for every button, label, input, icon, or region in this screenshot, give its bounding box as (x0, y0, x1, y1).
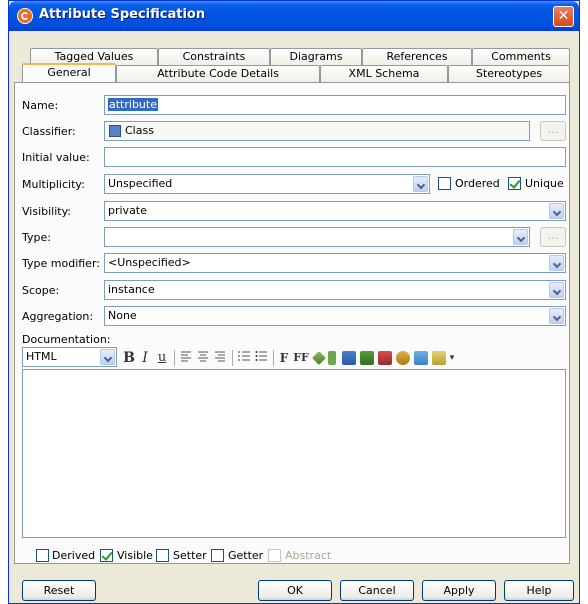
setter-label: Setter (173, 549, 207, 562)
documentation-toolbar: HTML B I u F FF ▾ (22, 347, 566, 369)
visible-label: Visible (117, 549, 153, 562)
toolbar-separator (273, 350, 274, 366)
numbered-list-icon[interactable] (237, 350, 251, 366)
tab-xml-schema[interactable]: XML Schema (320, 65, 448, 82)
aggregation-label: Aggregation: (22, 310, 94, 323)
multiplicity-label: Multiplicity: (22, 178, 85, 191)
chevron-down-icon[interactable] (549, 203, 564, 219)
abstract-checkbox (268, 549, 281, 562)
underline-button[interactable]: u (155, 350, 169, 366)
tab-diagrams[interactable]: Diagrams (270, 48, 362, 65)
name-input[interactable]: attribute (104, 95, 566, 115)
chevron-down-icon[interactable] (413, 176, 428, 192)
chevron-down-icon[interactable]: ▾ (448, 350, 456, 366)
getter-checkbox[interactable] (211, 549, 224, 562)
visible-checkbox[interactable] (100, 549, 113, 562)
align-left-icon[interactable] (179, 350, 193, 366)
initial-value-label: Initial value: (22, 151, 90, 164)
chevron-down-icon[interactable] (549, 308, 564, 324)
doc-format-select[interactable]: HTML (22, 347, 117, 367)
apply-button[interactable]: Apply (422, 580, 496, 601)
documentation-label: Documentation: (22, 333, 111, 346)
insert-link-icon[interactable] (396, 351, 410, 365)
setter-checkbox[interactable] (156, 549, 169, 562)
help-button[interactable]: Help (504, 580, 574, 601)
type-browse-button[interactable]: ... (540, 227, 566, 247)
ordered-checkbox[interactable] (438, 177, 451, 190)
type-modifier-value: <Unspecified> (108, 256, 191, 269)
align-center-icon[interactable] (196, 350, 210, 366)
type-label: Type: (22, 231, 51, 244)
chevron-down-icon[interactable] (100, 349, 115, 365)
window-title: Attribute Specification (39, 7, 206, 22)
reset-button[interactable]: Reset (22, 580, 96, 601)
font-button[interactable]: F (278, 350, 290, 366)
ordered-label: Ordered (455, 177, 500, 190)
type-modifier-label: Type modifier: (22, 257, 100, 270)
scope-select[interactable]: instance (104, 280, 566, 300)
ok-button[interactable]: OK (258, 580, 332, 601)
documentation-editor[interactable] (22, 369, 566, 538)
scope-label: Scope: (22, 284, 60, 297)
insert-image-icon[interactable] (414, 351, 428, 365)
bullet-list-icon[interactable] (254, 350, 268, 366)
chevron-down-icon[interactable] (513, 229, 528, 245)
cancel-button[interactable]: Cancel (340, 580, 414, 601)
close-button[interactable]: ✕ (553, 6, 574, 27)
multiplicity-select[interactable]: Unspecified (104, 174, 430, 194)
highlight-icon[interactable] (312, 351, 326, 365)
bold-button[interactable]: B (122, 350, 136, 366)
aggregation-select[interactable]: None (104, 306, 566, 326)
toolbar-separator (174, 350, 175, 366)
unique-label: Unique (525, 177, 564, 190)
getter-label: Getter (228, 549, 264, 562)
class-icon (109, 125, 121, 137)
paste-icon[interactable] (432, 351, 446, 365)
chevron-down-icon[interactable] (549, 282, 564, 298)
chevron-down-icon[interactable] (549, 255, 564, 271)
italic-button[interactable]: I (139, 350, 151, 366)
type-modifier-select[interactable]: <Unspecified> (104, 253, 566, 273)
tab-comments[interactable]: Comments (472, 48, 570, 65)
title-bar[interactable]: Attribute Specification ✕ (9, 1, 579, 31)
align-right-icon[interactable] (213, 350, 227, 366)
tab-constraints[interactable]: Constraints (158, 48, 270, 65)
doc-format-value: HTML (26, 350, 57, 363)
insert-table-icon[interactable] (342, 351, 356, 365)
tab-references[interactable]: References (362, 48, 472, 65)
derived-label: Derived (52, 549, 96, 562)
visibility-value: private (108, 204, 147, 217)
derived-checkbox[interactable] (36, 549, 49, 562)
insert-row-icon[interactable] (360, 351, 374, 365)
classifier-browse-button[interactable]: ... (540, 121, 566, 141)
classifier-label: Classifier: (22, 125, 76, 138)
brush-icon[interactable] (328, 351, 336, 365)
toolbar-separator (232, 350, 233, 366)
font-size-button[interactable]: FF (293, 350, 309, 366)
visibility-select[interactable]: private (104, 201, 566, 221)
app-icon (17, 8, 33, 24)
multiplicity-value: Unspecified (108, 177, 173, 190)
abstract-label: Abstract (285, 549, 332, 562)
delete-row-icon[interactable] (378, 351, 392, 365)
tab-attribute-code-details[interactable]: Attribute Code Details (116, 65, 320, 82)
unique-checkbox[interactable] (508, 177, 521, 190)
scope-value: instance (108, 283, 155, 296)
visibility-label: Visibility: (22, 205, 72, 218)
type-select[interactable] (104, 227, 530, 247)
classifier-field: Class (104, 121, 530, 141)
aggregation-value: None (108, 309, 137, 322)
initial-value-input[interactable] (104, 147, 566, 167)
name-value: attribute (108, 98, 158, 111)
tab-general[interactable]: General (22, 63, 116, 82)
name-label: Name: (22, 99, 59, 112)
tab-stereotypes[interactable]: Stereotypes (448, 65, 570, 82)
classifier-value: Class (125, 124, 154, 137)
